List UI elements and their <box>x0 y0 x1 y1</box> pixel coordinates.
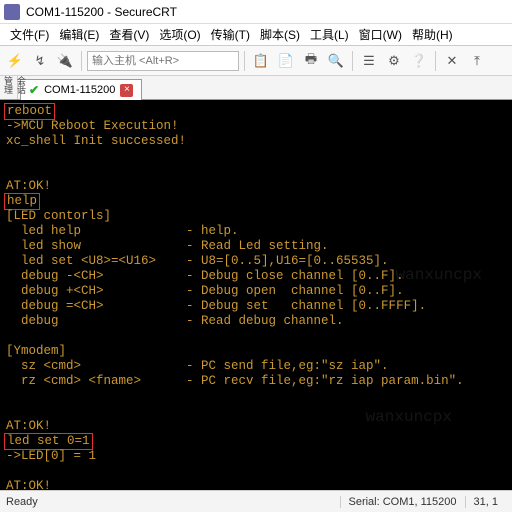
term-line: debug +<CH> - Debug open channel [0..F]. <box>6 284 404 298</box>
host-input[interactable] <box>87 51 239 71</box>
separator <box>244 51 245 71</box>
term-line: ->LED[0] = 1 <box>6 449 96 463</box>
term-line: [Ymodem] <box>6 344 66 358</box>
disconnect-icon[interactable]: 🔌 <box>54 50 76 72</box>
term-line: AT:OK! <box>6 419 51 433</box>
separator <box>435 51 436 71</box>
statusbar: Ready Serial: COM1, 115200 31, 1 <box>0 490 512 512</box>
quick-connect-icon[interactable]: ↯ <box>29 50 51 72</box>
copy-icon[interactable]: 📋 <box>250 50 272 72</box>
help-icon[interactable]: ❔ <box>408 50 430 72</box>
hl-ledset1: led set 0=1 <box>4 433 93 450</box>
properties-icon[interactable]: ☰ <box>358 50 380 72</box>
menu-help[interactable]: 帮助(H) <box>408 25 457 44</box>
menu-script[interactable]: 脚本(S) <box>256 25 304 44</box>
y-icon[interactable]: ⤒ <box>466 50 488 72</box>
watermark: wanxuncpx <box>396 268 482 283</box>
term-line: sz <cmd> - PC send file,eg:"sz iap". <box>6 359 389 373</box>
term-line: debug =<CH> - Debug set channel [0..FFFF… <box>6 299 426 313</box>
print-icon[interactable]: 🖶 <box>300 50 322 72</box>
term-line: debug -<CH> - Debug close channel [0..F]… <box>6 269 404 283</box>
term-line: led help - help. <box>6 224 239 238</box>
find-icon[interactable]: 🔍 <box>325 50 347 72</box>
term-line: debug - Read debug channel. <box>6 314 344 328</box>
term-line: ->MCU Reboot Execution! <box>6 119 179 133</box>
session-manager-tab[interactable]: 会话管理器 <box>0 76 18 99</box>
options-icon[interactable]: ⚙ <box>383 50 405 72</box>
tab-label: COM1-115200 <box>44 84 115 96</box>
window-title: COM1-115200 - SecureCRT <box>26 5 177 19</box>
menu-view[interactable]: 查看(V) <box>105 25 153 44</box>
menu-edit[interactable]: 编辑(E) <box>55 25 103 44</box>
term-line: led set <U8>=<U16> - U8=[0..5],U16=[0..6… <box>6 254 389 268</box>
term-line: led show - Read Led setting. <box>6 239 329 253</box>
watermark: wanxuncpx <box>366 410 452 425</box>
term-line: [LED contorls] <box>6 209 111 223</box>
x-icon[interactable]: ✕ <box>441 50 463 72</box>
status-ready: Ready <box>6 496 38 508</box>
menu-transfer[interactable]: 传输(T) <box>207 25 254 44</box>
toolbar: ⚡ ↯ 🔌 📋 📄 🖶 🔍 ☰ ⚙ ❔ ✕ ⤒ <box>0 46 512 76</box>
tabbar: 会话管理器 ✔ COM1-115200 × <box>0 76 512 100</box>
titlebar: COM1-115200 - SecureCRT <box>0 0 512 24</box>
terminal[interactable]: reboot ->MCU Reboot Execution! xc_shell … <box>0 100 512 490</box>
menubar: 文件(F) 编辑(E) 查看(V) 选项(O) 传输(T) 脚本(S) 工具(L… <box>0 24 512 46</box>
menu-window[interactable]: 窗口(W) <box>355 25 406 44</box>
hl-help: help <box>4 193 40 210</box>
app-icon <box>4 4 20 20</box>
separator <box>352 51 353 71</box>
close-icon[interactable]: × <box>120 84 133 97</box>
term-line: xc_shell Init successed! <box>6 134 186 148</box>
session-tab[interactable]: ✔ COM1-115200 × <box>20 79 142 100</box>
menu-file[interactable]: 文件(F) <box>6 25 53 44</box>
connect-icon[interactable]: ⚡ <box>4 50 26 72</box>
status-serial: Serial: COM1, 115200 <box>340 496 465 508</box>
term-line: AT:OK! <box>6 179 51 193</box>
term-line: AT:OK! <box>6 479 51 490</box>
menu-options[interactable]: 选项(O) <box>155 25 204 44</box>
paste-icon[interactable]: 📄 <box>275 50 297 72</box>
term-line: rz <cmd> <fname> - PC recv file,eg:"rz i… <box>6 374 464 388</box>
status-rowcol: 31, 1 <box>465 496 506 508</box>
check-icon: ✔ <box>29 83 39 97</box>
menu-tools[interactable]: 工具(L) <box>306 25 353 44</box>
hl-reboot: reboot <box>4 103 55 120</box>
separator <box>81 51 82 71</box>
